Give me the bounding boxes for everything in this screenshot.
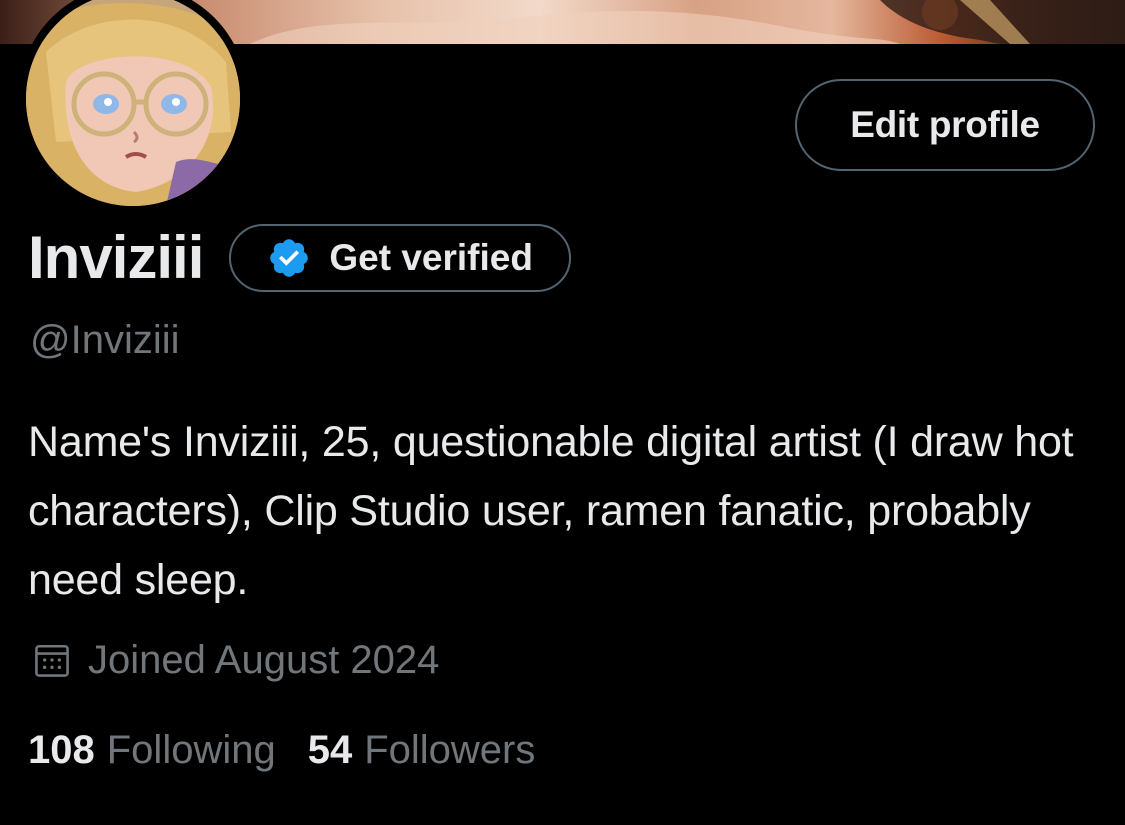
edit-profile-label: Edit profile: [850, 104, 1040, 145]
joined-date: Joined August 2024: [30, 630, 439, 690]
verified-badge-icon: [267, 236, 311, 280]
joined-label: Joined August 2024: [88, 637, 440, 682]
user-handle: @Inviziii: [30, 318, 180, 362]
get-verified-label: Get verified: [329, 237, 533, 278]
profile-bio: Name's Inviziii, 25, questionable digita…: [28, 418, 1074, 604]
avatar-artwork: [26, 0, 240, 206]
following-label: Following: [106, 727, 276, 772]
profile-avatar[interactable]: [18, 0, 248, 214]
followers-link[interactable]: 54 Followers: [308, 728, 536, 773]
following-link[interactable]: 108 Following: [28, 728, 276, 773]
follow-stats: 108 Following 54 Followers: [28, 720, 535, 780]
followers-label: Followers: [364, 727, 536, 772]
followers-count: 54: [307, 727, 353, 772]
get-verified-button[interactable]: Get verified: [229, 224, 571, 292]
following-count: 108: [28, 727, 95, 772]
edit-profile-button[interactable]: Edit profile: [795, 79, 1095, 171]
name-row: Inviziii Get verified: [28, 222, 571, 294]
calendar-icon: [30, 638, 74, 682]
display-name: Inviziii: [28, 224, 204, 291]
